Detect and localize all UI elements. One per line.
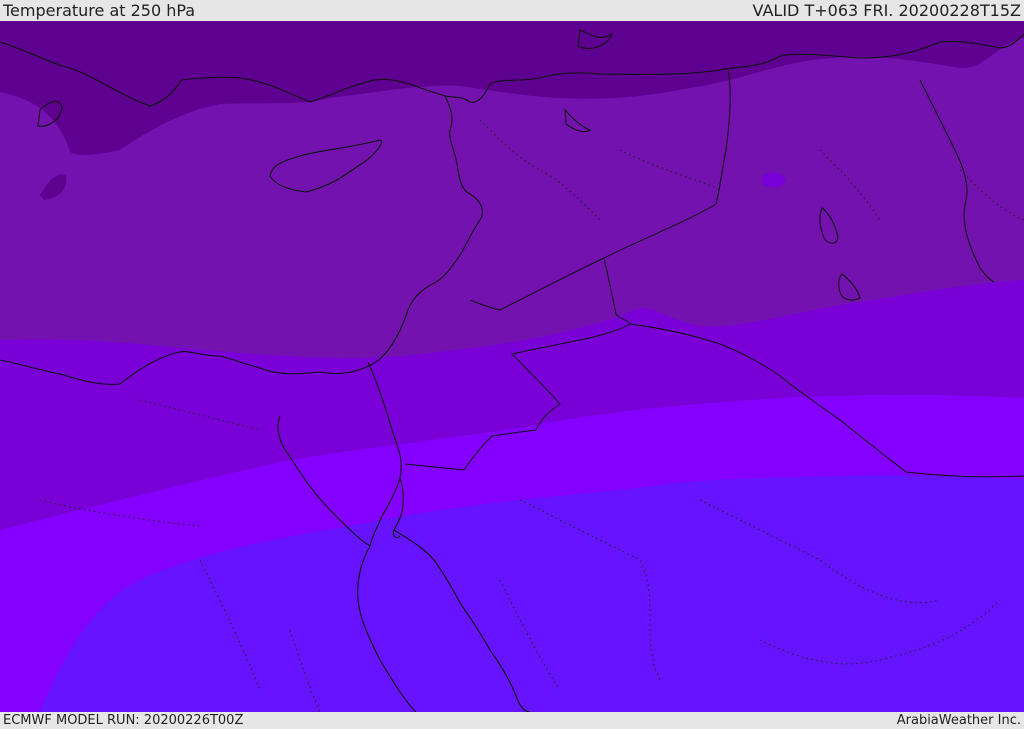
credit: ArabiaWeather Inc.: [896, 713, 1021, 728]
model-run: ECMWF MODEL RUN: 20200226T00Z: [3, 713, 244, 728]
temperature-map[interactable]: [0, 21, 1024, 712]
map-footer: ECMWF MODEL RUN: 20200226T00Z ArabiaWeat…: [0, 712, 1024, 729]
map-header: Temperature at 250 hPa VALID T+063 FRI. …: [0, 0, 1024, 21]
valid-time: VALID T+063 FRI. 20200228T15Z: [752, 1, 1021, 20]
map-title: Temperature at 250 hPa: [3, 1, 196, 20]
map-svg: [0, 21, 1024, 712]
